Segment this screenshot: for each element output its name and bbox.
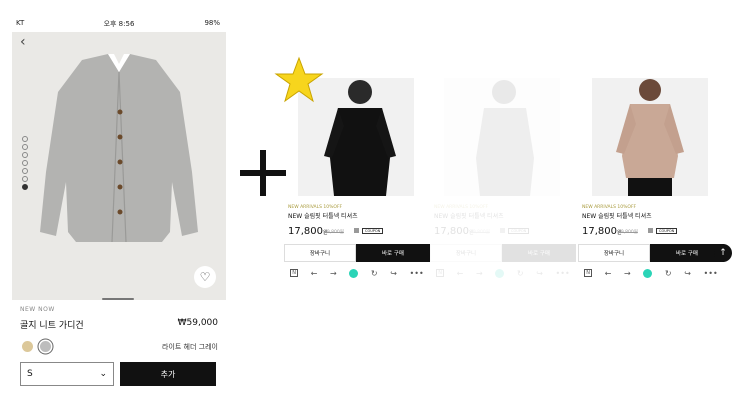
product-card-faded: NEW ARRIVALS 10%OFF NEW 슬림핏 터틀넥 티셔츠 17,8…: [430, 58, 580, 288]
info-icon[interactable]: [354, 228, 359, 233]
info-icon[interactable]: [500, 228, 505, 233]
arrow-left-icon[interactable]: ←: [605, 269, 612, 278]
heart-icon[interactable]: ♡: [194, 266, 216, 288]
home-icon[interactable]: [349, 268, 359, 278]
star-icon: [274, 56, 324, 103]
scroll-top-icon[interactable]: ↑: [714, 244, 732, 262]
arrow-right-icon[interactable]: →: [624, 269, 631, 278]
browser-toolbar: N ← → ↻ ↪ •••: [284, 266, 430, 280]
pager-dot-active[interactable]: [22, 184, 28, 190]
more-icon[interactable]: •••: [704, 269, 718, 278]
arrow-left-icon[interactable]: ←: [457, 269, 464, 278]
product-price: ₩59,000: [177, 318, 218, 328]
battery-label: 98%: [204, 19, 220, 27]
n-icon[interactable]: N: [290, 269, 299, 277]
product-tag: NEW NOW: [20, 306, 55, 313]
chevron-down-icon: ⌄: [99, 369, 107, 379]
pager-dot[interactable]: [22, 168, 28, 174]
more-icon[interactable]: •••: [556, 269, 570, 278]
cart-button[interactable]: 장바구니: [578, 244, 650, 262]
product-image[interactable]: [592, 78, 708, 196]
card-price: 17,800원: [288, 226, 328, 237]
add-button[interactable]: 추가: [120, 362, 216, 386]
coupon-badge[interactable]: COUPON: [508, 228, 530, 234]
size-select[interactable]: S ⌄: [20, 362, 114, 386]
browser-toolbar: N ← → ↻ ↪ •••: [578, 266, 724, 280]
coupon-badge[interactable]: COUPON: [362, 228, 384, 234]
buy-now-button[interactable]: 바로 구매: [502, 244, 576, 262]
card-name[interactable]: NEW 슬림핏 터틀넥 티셔츠: [288, 211, 358, 220]
card-old-price: 19,800원: [470, 230, 490, 235]
back-icon[interactable]: ‹: [20, 34, 26, 50]
plus-icon: [240, 150, 286, 196]
product-name: 골지 니트 가디건: [20, 321, 84, 331]
status-time: 오후 8:56: [103, 20, 135, 28]
card-tag: NEW ARRIVALS 10%OFF: [434, 205, 489, 210]
color-swatch-grey[interactable]: [40, 341, 51, 352]
card-price: 17,800원: [434, 226, 474, 237]
cardigan-image: [40, 54, 198, 243]
pager-dot[interactable]: [22, 144, 28, 150]
product-photo[interactable]: [12, 32, 226, 300]
card-price: 17,800원: [582, 226, 622, 237]
share-icon[interactable]: ↪: [536, 269, 543, 278]
card-tag: NEW ARRIVALS 10%OFF: [582, 205, 637, 210]
share-icon[interactable]: ↪: [684, 269, 691, 278]
arrow-right-icon[interactable]: →: [330, 269, 337, 278]
card-old-price: 19,800원: [618, 230, 638, 235]
pager-dot[interactable]: [22, 152, 28, 158]
pager-dot[interactable]: [22, 160, 28, 166]
product-card: NEW ARRIVALS 10%OFF NEW 슬림핏 터틀넥 티셔츠 17,8…: [578, 58, 732, 288]
card-price-value: 17,800: [582, 226, 617, 237]
size-value: S: [27, 369, 33, 379]
more-icon[interactable]: •••: [410, 269, 424, 278]
card-tag: NEW ARRIVALS 10%OFF: [288, 205, 343, 210]
card-name[interactable]: NEW 슬림핏 터틀넥 티셔츠: [434, 211, 504, 220]
cart-button[interactable]: 장바구니: [284, 244, 356, 262]
refresh-icon[interactable]: ↻: [665, 269, 672, 278]
buy-now-button[interactable]: 바로 구매: [650, 244, 724, 262]
status-bar: KT 오후 8:56 98%: [12, 14, 226, 32]
info-icon[interactable]: [648, 228, 653, 233]
selected-color-name: 라이트 헤더 그레이: [162, 343, 218, 351]
arrow-right-icon[interactable]: →: [476, 269, 483, 278]
product-detail-screen: KT 오후 8:56 98% ‹ ♡ NEW NOW 골지 니트 가디건 ₩59…: [12, 14, 226, 400]
sheet-handle[interactable]: [102, 298, 134, 300]
refresh-icon[interactable]: ↻: [371, 269, 378, 278]
card-name[interactable]: NEW 슬림핏 터틀넥 티셔츠: [582, 211, 652, 220]
refresh-icon[interactable]: ↻: [517, 269, 524, 278]
n-icon[interactable]: N: [584, 269, 593, 277]
arrow-left-icon[interactable]: ←: [311, 269, 318, 278]
n-icon[interactable]: N: [436, 269, 445, 277]
buy-now-button[interactable]: 바로 구매: [356, 244, 430, 262]
card-price-value: 17,800: [434, 226, 469, 237]
share-icon[interactable]: ↪: [390, 269, 397, 278]
card-old-price: 19,800원: [324, 230, 344, 235]
pager-dot[interactable]: [22, 176, 28, 182]
home-icon[interactable]: [495, 268, 505, 278]
home-icon[interactable]: [643, 268, 653, 278]
cart-button[interactable]: 장바구니: [430, 244, 502, 262]
pager-dot[interactable]: [22, 136, 28, 142]
product-image[interactable]: [444, 78, 560, 196]
coupon-badge[interactable]: COUPON: [656, 228, 678, 234]
browser-toolbar: N ← → ↻ ↪ •••: [430, 266, 576, 280]
color-swatch-beige[interactable]: [22, 341, 33, 352]
card-price-value: 17,800: [288, 226, 323, 237]
